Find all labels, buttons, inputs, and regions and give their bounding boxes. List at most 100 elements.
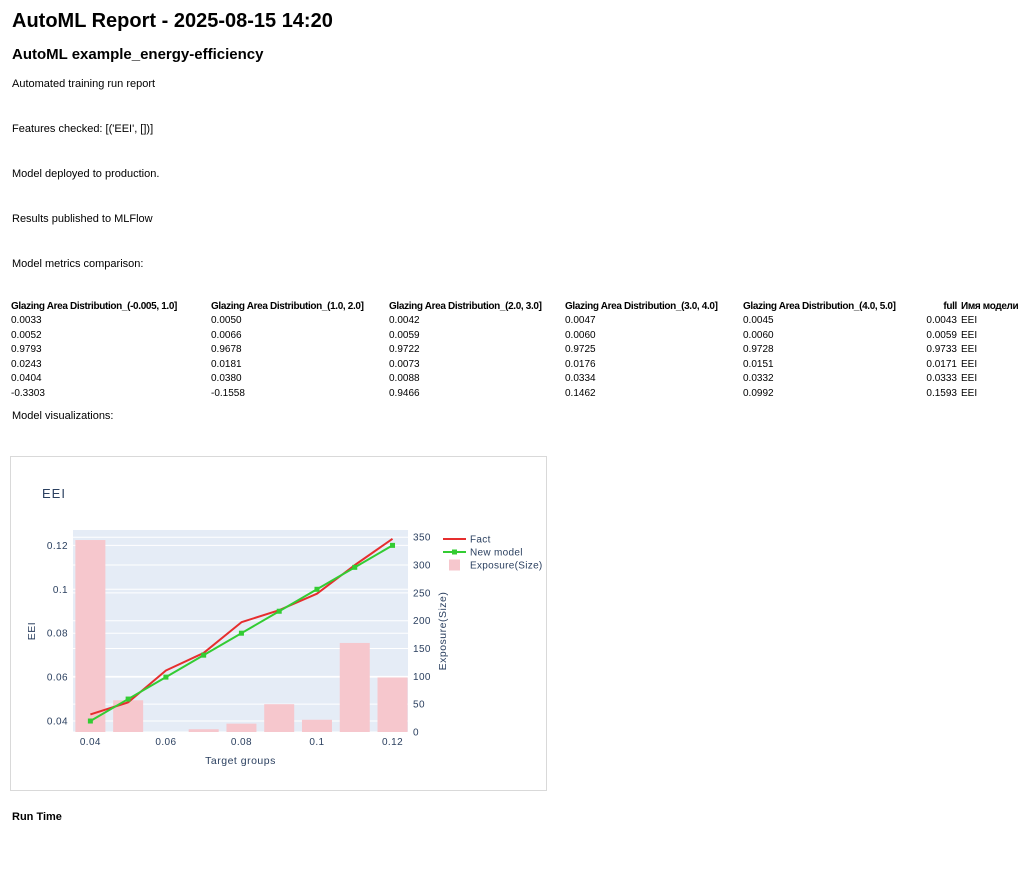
- exposure-bar[interactable]: [188, 729, 219, 732]
- metrics-col-header: Glazing Area Distribution_(-0.005, 1.0]: [11, 301, 178, 312]
- metrics-table-cell: EEI: [961, 344, 978, 355]
- report-subtitle: AutoML example_energy-efficiency: [12, 46, 264, 63]
- metrics-table-cell: 0.0332: [743, 373, 774, 384]
- metrics-table-cell: 0.0380: [211, 373, 242, 384]
- report-title: AutoML Report - 2025-08-15 14:20: [12, 10, 333, 32]
- legend-new-model-label: New model: [470, 548, 523, 559]
- metrics-table-cell: 0.9678: [211, 344, 242, 355]
- metrics-table-cell: 0.0059: [389, 329, 420, 341]
- metrics-table-cell: 0.0045: [743, 315, 774, 326]
- chart-title: EEI: [42, 486, 66, 501]
- metrics-table-cell: 0.9722: [389, 344, 420, 355]
- metrics-table-header-row: Glazing Area Distribution_(-0.005, 1.0] G…: [11, 299, 1021, 314]
- y-right-tick-label: 250: [413, 588, 431, 599]
- x-tick-label: 0.04: [80, 737, 101, 748]
- metrics-table-cell: EEI: [961, 373, 978, 384]
- metrics-table-row: -0.3303 -0.1558 0.9466 0.1462 0.0992 0.1593 EE…: [11, 387, 1021, 402]
- exposure-bar[interactable]: [264, 704, 295, 732]
- exposure-bar[interactable]: [75, 540, 106, 732]
- metrics-table-cell: 0.0088: [389, 373, 420, 384]
- y-left-tick-label: 0.04: [47, 717, 68, 728]
- y-right-tick-label: 50: [413, 700, 425, 711]
- y-left-tick-label: 0.06: [47, 673, 68, 684]
- metrics-table-cell: 0.0050: [211, 315, 242, 326]
- x-tick-label: 0.06: [155, 737, 176, 748]
- metrics-table-row: 0.0052 0.0066 0.0059 0.0060 0.0060 0.0059 EEI: [11, 329, 1021, 344]
- new-model-marker[interactable]: [87, 718, 93, 724]
- metrics-table-cell: EEI: [961, 315, 978, 326]
- y-left-tick-label: 0.12: [47, 541, 68, 552]
- legend-exposure-label: Exposure(Size): [470, 561, 543, 572]
- x-axis-title: Target groups: [205, 755, 276, 767]
- metrics-table-cell: 0.0992: [743, 387, 774, 399]
- metrics-table-cell: 0.0043: [926, 315, 957, 326]
- metrics-table-cell: -0.1558: [211, 387, 245, 399]
- x-tick-label: 0.08: [231, 737, 252, 748]
- published-line: Results published to MLFlow: [12, 213, 153, 225]
- metrics-table-cell: 0.0181: [211, 358, 242, 370]
- metrics-table-cell: 0.9728: [743, 344, 774, 355]
- new-model-marker[interactable]: [314, 586, 320, 592]
- chart-canvas[interactable]: 0.04 0.06 0.08 0.1 0.12 0 50 100 150 200 250 300 350…: [11, 457, 546, 790]
- new-model-marker[interactable]: [163, 674, 169, 680]
- metrics-table-cell: EEI: [961, 358, 978, 370]
- exposure-bar[interactable]: [377, 677, 408, 732]
- metrics-table-row: 0.0404 0.0380 0.0088 0.0334 0.0332 0.0333 EEI: [11, 372, 1021, 387]
- new-model-marker[interactable]: [276, 608, 282, 614]
- metrics-table-cell: 0.0404: [11, 373, 42, 384]
- metrics-table-cell: 0.1593: [926, 387, 957, 399]
- y-right-tick-label: 100: [413, 672, 431, 683]
- metrics-table: Glazing Area Distribution_(-0.005, 1.0] G…: [11, 299, 1021, 401]
- y-left-tick-label: 0.1: [53, 585, 68, 596]
- legend-exposure-swatch[interactable]: [449, 559, 460, 571]
- metrics-table-cell: 0.0060: [565, 329, 596, 341]
- metrics-table-cell: EEI: [961, 329, 978, 341]
- metrics-table-row: 0.0243 0.0181 0.0073 0.0176 0.0151 0.0171 EEI: [11, 358, 1021, 373]
- x-tick-label: 0.1: [309, 737, 324, 748]
- metrics-table-cell: 0.9725: [565, 344, 596, 355]
- model-visualization-chart[interactable]: 0.04 0.06 0.08 0.1 0.12 0 50 100 150 200 250 300 350…: [10, 456, 547, 791]
- y-left-tick-label: 0.08: [47, 629, 68, 640]
- metrics-table-cell: 0.0042: [389, 315, 420, 326]
- new-model-marker[interactable]: [238, 630, 244, 636]
- x-tick-label: 0.12: [382, 737, 403, 748]
- metrics-table-cell: 0.0066: [211, 329, 242, 341]
- metrics-comparison-label: Model metrics comparison:: [12, 258, 144, 270]
- metrics-table-cell: 0.9466: [389, 387, 420, 399]
- deployed-line: Model deployed to production.: [12, 168, 160, 180]
- visualizations-label: Model visualizations:: [12, 410, 114, 422]
- metrics-table-cell: 0.0243: [11, 358, 42, 370]
- y-right-tick-label: 0: [413, 728, 419, 739]
- metrics-table-cell: 0.0060: [743, 329, 774, 341]
- y-right-tick-label: 150: [413, 644, 431, 655]
- exposure-bar[interactable]: [226, 723, 257, 732]
- metrics-table-cell: EEI: [961, 387, 978, 399]
- y-right-tick-label: 200: [413, 616, 431, 627]
- new-model-marker[interactable]: [201, 652, 207, 658]
- metrics-table-cell: 0.9793: [11, 344, 42, 355]
- y-right-axis-title: Exposure(Size): [437, 592, 449, 671]
- metrics-table-cell: 0.0151: [743, 358, 774, 370]
- metrics-table-cell: 0.0334: [565, 373, 596, 384]
- metrics-col-header: Glazing Area Distribution_(4.0, 5.0]: [743, 301, 896, 312]
- metrics-table-cell: 0.0073: [389, 358, 420, 370]
- y-left-axis-title: EEI: [26, 622, 38, 640]
- new-model-marker[interactable]: [125, 696, 131, 702]
- new-model-marker[interactable]: [352, 564, 358, 570]
- metrics-table-cell: 0.0047: [565, 315, 596, 326]
- features-checked-line: Features checked: [('EEI', [])]: [12, 123, 154, 135]
- metrics-table-cell: 0.0033: [11, 315, 42, 326]
- metrics-table-cell: 0.0052: [11, 329, 42, 341]
- exposure-bar[interactable]: [301, 719, 332, 732]
- metrics-table-cell: 0.0176: [565, 358, 596, 370]
- y-right-tick-label: 350: [413, 533, 431, 544]
- metrics-table-cell: 0.0171: [926, 358, 957, 370]
- metrics-table-row: 0.0033 0.0050 0.0042 0.0047 0.0045 0.0043 EEI: [11, 314, 1021, 329]
- exposure-bar[interactable]: [339, 642, 370, 732]
- metrics-table-cell: 0.0059: [926, 329, 957, 341]
- new-model-marker[interactable]: [390, 542, 396, 548]
- intro-line: Automated training run report: [12, 78, 156, 90]
- metrics-col-header: Glazing Area Distribution_(2.0, 3.0]: [389, 301, 542, 312]
- legend-new-model-marker[interactable]: [452, 549, 457, 555]
- legend-fact-label: Fact: [470, 535, 491, 546]
